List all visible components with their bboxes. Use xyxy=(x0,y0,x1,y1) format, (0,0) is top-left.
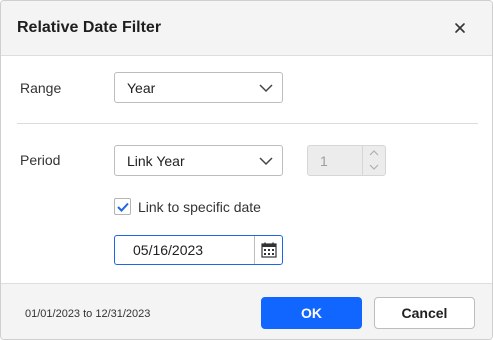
checkmark-icon xyxy=(116,202,129,212)
dialog-footer: 01/01/2023 to 12/31/2023 OK Cancel xyxy=(1,283,492,339)
link-specific-date-checkbox[interactable] xyxy=(114,198,131,215)
chevron-down-icon xyxy=(369,164,379,170)
period-count-value: 1 xyxy=(320,153,328,169)
relative-date-filter-dialog: Relative Date Filter Range Year Period L… xyxy=(0,0,493,340)
chevron-up-icon xyxy=(369,150,379,156)
cancel-button[interactable]: Cancel xyxy=(374,297,475,329)
close-icon xyxy=(455,23,465,33)
dialog-header: Relative Date Filter xyxy=(1,1,492,56)
calendar-icon xyxy=(260,242,277,258)
dialog-title: Relative Date Filter xyxy=(17,19,162,36)
period-count-stepper[interactable]: 1 xyxy=(307,145,386,176)
link-specific-date-label: Link to specific date xyxy=(138,199,261,215)
date-value: 05/16/2023 xyxy=(133,242,204,258)
range-value: Year xyxy=(127,80,156,96)
chevron-down-icon xyxy=(259,84,273,93)
increment-button[interactable] xyxy=(363,146,385,160)
period-value: Link Year xyxy=(127,153,185,169)
spin-buttons xyxy=(362,146,385,175)
chevron-down-icon xyxy=(259,157,273,166)
period-dropdown[interactable]: Link Year xyxy=(114,145,283,176)
close-button[interactable] xyxy=(449,17,471,39)
ok-button[interactable]: OK xyxy=(261,297,362,329)
period-label: Period xyxy=(20,152,61,168)
range-summary-text: 01/01/2023 to 12/31/2023 xyxy=(25,308,151,320)
date-input[interactable]: 05/16/2023 xyxy=(114,235,283,265)
section-divider xyxy=(17,123,478,124)
calendar-button[interactable] xyxy=(254,236,282,264)
range-dropdown[interactable]: Year xyxy=(114,72,283,103)
decrement-button[interactable] xyxy=(363,160,385,174)
range-label: Range xyxy=(20,80,62,96)
